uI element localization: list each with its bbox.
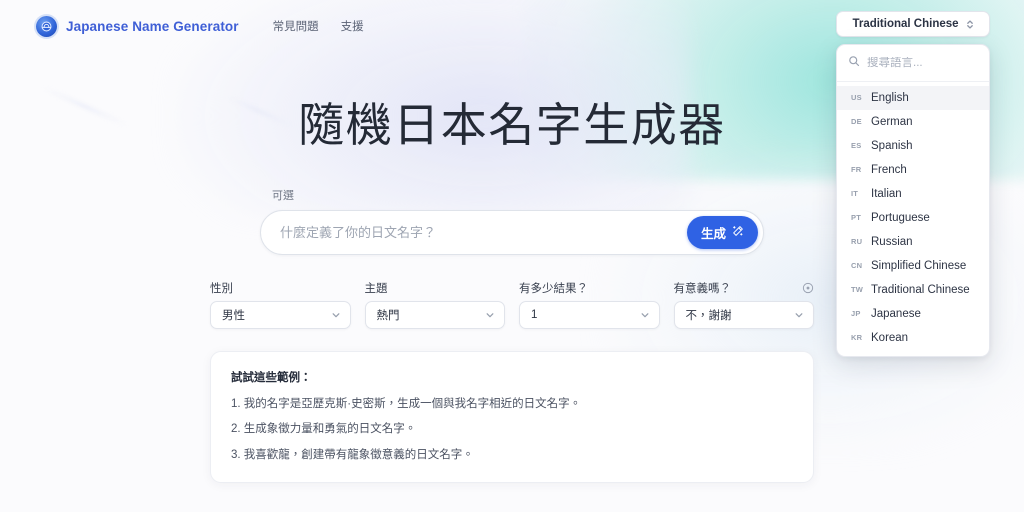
brand-name: Japanese Name Generator	[66, 18, 239, 34]
option-gender: 性別 男性	[210, 281, 351, 329]
option-theme-label: 主題	[364, 282, 388, 295]
language-option-label: Italian	[871, 188, 902, 200]
country-code-de: de	[851, 117, 862, 126]
country-code-pt: pt	[851, 213, 861, 222]
language-option-portuguese[interactable]: pt Portuguese	[837, 206, 989, 230]
language-option-label: Japanese	[871, 308, 921, 320]
option-gender-head: 性別	[210, 281, 351, 295]
prompt-bar: 生成	[260, 209, 764, 255]
chevron-up-down-icon	[966, 19, 974, 30]
country-code-tw: tw	[851, 285, 864, 294]
language-option-french[interactable]: fr French	[837, 158, 989, 182]
language-option-italian[interactable]: it Italian	[837, 182, 989, 206]
language-option-label: French	[871, 164, 907, 176]
page-title: 隨機日本名字生成器	[298, 99, 726, 151]
option-gender-select[interactable]: 男性	[210, 300, 351, 329]
chevron-down-icon	[794, 310, 804, 320]
option-meaningful-head: 有意義嗎？	[674, 281, 815, 295]
magic-wand-icon	[732, 225, 744, 240]
examples-card: 試試這些範例： 1. 我的名字是亞歷克斯·史密斯，生成一個與我名字相近的日文名字…	[210, 350, 814, 483]
option-gender-value: 男性	[222, 309, 245, 322]
language-option-korean[interactable]: kr Korean	[837, 326, 989, 350]
language-option-label: Portuguese	[871, 212, 930, 224]
language-option-simplified-chinese[interactable]: cn Simplified Chinese	[837, 254, 989, 278]
option-result-count-label: 有多少結果？	[519, 282, 588, 295]
language-option-label: Simplified Chinese	[871, 260, 967, 272]
option-meaningful-select[interactable]: 不，謝謝	[673, 300, 814, 329]
option-result-count-value: 1	[531, 308, 538, 321]
language-option-label: Korean	[871, 332, 909, 344]
country-code-jp: jp	[851, 309, 861, 318]
option-result-count: 有多少結果？ 1	[519, 281, 660, 329]
country-code-ru: ru	[851, 237, 863, 246]
option-theme-select[interactable]: 熱門	[364, 300, 505, 329]
language-option-label: Spanish	[871, 140, 913, 152]
chevron-down-icon	[331, 310, 341, 320]
brand-logo-link[interactable]: Japanese Name Generator	[36, 15, 239, 37]
prompt-input[interactable]	[280, 224, 687, 240]
option-meaningful: 有意義嗎？ 不，謝謝	[673, 281, 815, 329]
option-result-count-select[interactable]: 1	[519, 300, 660, 329]
language-option-label: English	[871, 92, 909, 104]
generate-button-label: 生成	[700, 226, 726, 241]
language-option-spanish[interactable]: es Spanish	[837, 134, 989, 158]
country-code-cn: cn	[851, 261, 863, 270]
chevron-down-icon	[485, 310, 495, 320]
language-option-english[interactable]: us English	[837, 86, 989, 110]
language-selected-label: Traditional Chinese	[852, 18, 959, 30]
country-code-us: us	[851, 93, 862, 102]
primary-nav: 常見問題 支援	[273, 18, 364, 34]
prompt-section: 可選 生成	[260, 187, 764, 255]
language-option-russian[interactable]: ru Russian	[837, 230, 989, 254]
option-theme-head: 主題	[365, 281, 506, 295]
language-option-traditional-chinese[interactable]: tw Traditional Chinese	[837, 278, 989, 302]
language-option-german[interactable]: de German	[837, 110, 989, 134]
prompt-optional-label: 可選	[272, 189, 294, 202]
language-selector-trigger[interactable]: Traditional Chinese	[836, 11, 990, 37]
language-option-list: us English de German es Spanish fr Frenc…	[837, 82, 989, 356]
language-option-label: Traditional Chinese	[871, 284, 970, 296]
nav-item-faq[interactable]: 常見問題	[273, 18, 319, 34]
language-option-label: German	[871, 116, 913, 128]
country-code-it: it	[851, 189, 859, 198]
country-code-kr: kr	[851, 333, 863, 342]
examples-title: 試試這些範例：	[231, 371, 312, 384]
language-search-input[interactable]	[867, 57, 978, 69]
generate-button[interactable]: 生成	[686, 215, 758, 249]
nav-item-support[interactable]: 支援	[341, 18, 364, 34]
options-row: 性別 男性 主題 熱門 有多少結果？ 1 有意義嗎？ 不，謝謝	[210, 281, 814, 329]
language-selector: Traditional Chinese us English	[836, 11, 990, 357]
country-code-fr: fr	[851, 165, 862, 174]
option-theme: 主題 熱門	[364, 281, 506, 329]
globe-badge-icon	[36, 15, 57, 37]
option-gender-label: 性別	[210, 282, 233, 295]
search-icon	[848, 54, 860, 72]
option-meaningful-label: 有意義嗎？	[673, 282, 732, 295]
language-option-japanese[interactable]: jp Japanese	[837, 302, 989, 326]
option-theme-value: 熱門	[376, 309, 400, 322]
language-search-row	[837, 45, 989, 82]
example-item[interactable]: 3. 我喜歡龍，創建帶有龍象徵意義的日文名字。	[231, 447, 793, 464]
language-dropdown-panel: us English de German es Spanish fr Frenc…	[836, 44, 990, 357]
country-code-es: es	[851, 141, 862, 150]
info-icon[interactable]	[802, 282, 814, 294]
option-meaningful-value: 不，謝謝	[685, 309, 732, 322]
example-item[interactable]: 1. 我的名字是亞歷克斯·史密斯，生成一個與我名字相近的日文名字。	[231, 396, 793, 413]
language-option-label: Russian	[871, 236, 913, 248]
example-item[interactable]: 2. 生成象徵力量和勇氣的日文名字。	[231, 421, 793, 438]
chevron-down-icon	[640, 310, 650, 320]
option-result-count-head: 有多少結果？	[519, 281, 660, 295]
